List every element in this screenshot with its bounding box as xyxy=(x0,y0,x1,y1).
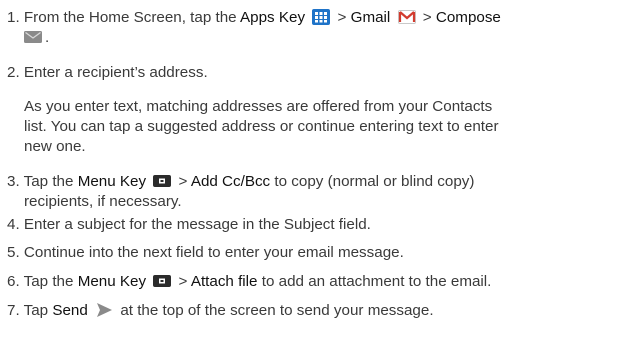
step-5: 5. Continue into the next field to enter… xyxy=(7,243,617,263)
separator: > xyxy=(178,173,188,190)
gmail-icon xyxy=(397,9,416,25)
instruction-list: 1. From the Home Screen, tap the Apps Ke… xyxy=(0,0,621,337)
step-2: 2. Enter a recipient’s address. xyxy=(7,63,617,83)
compose-label: Compose xyxy=(435,9,501,26)
step-text: Tap the xyxy=(23,173,74,190)
step-text: From the Home Screen, tap the xyxy=(23,9,237,26)
apps-key-label: Apps Key xyxy=(240,9,306,26)
note-line: list. You can tap a suggested address or… xyxy=(24,118,499,135)
step-number: 3. xyxy=(7,173,20,190)
step-number: 1. xyxy=(7,9,20,26)
add-cc-bcc-label: Add Cc/Bcc xyxy=(190,173,271,190)
menu-key-icon xyxy=(153,173,172,189)
step-4: 4. Enter a subject for the message in th… xyxy=(7,215,617,235)
gmail-label: Gmail xyxy=(350,9,391,26)
separator: > xyxy=(178,273,188,290)
step-text: . xyxy=(45,29,50,46)
menu-key-label: Menu Key xyxy=(77,173,147,190)
apps-key-icon xyxy=(312,9,331,25)
separator: > xyxy=(337,9,347,26)
step-text: Tap xyxy=(23,302,49,319)
step-number: 7. xyxy=(7,302,20,319)
step-text: to add an attachment to the email. xyxy=(261,273,492,290)
send-label: Send xyxy=(52,302,88,319)
step-number: 5. xyxy=(7,244,20,261)
step-text: Continue into the next field to enter yo… xyxy=(23,244,404,261)
step-1: 1. From the Home Screen, tap the Apps Ke… xyxy=(7,8,617,48)
step-text: Tap the xyxy=(23,273,74,290)
step-number: 2. xyxy=(7,64,20,81)
send-icon xyxy=(95,302,113,318)
step-text: recipients, if necessary. xyxy=(24,193,182,210)
separator: > xyxy=(422,9,432,26)
step-text: to copy (normal or blind copy) xyxy=(274,173,475,190)
step-text: at the top of the screen to send your me… xyxy=(120,302,434,319)
menu-key-label: Menu Key xyxy=(77,273,147,290)
compose-icon xyxy=(24,29,42,45)
step-2-note: As you enter text, matching addresses ar… xyxy=(24,97,618,157)
step-1-continuation: . xyxy=(7,28,617,48)
step-number: 6. xyxy=(7,273,20,290)
step-3: 3. Tap the Menu Key > Add Cc/Bcc to copy… xyxy=(7,172,617,212)
step-text: Enter a recipient’s address. xyxy=(23,64,208,81)
note-line: As you enter text, matching addresses ar… xyxy=(24,98,493,115)
menu-key-icon xyxy=(153,273,172,289)
attach-file-label: Attach file xyxy=(190,273,258,290)
step-number: 4. xyxy=(7,216,20,233)
step-text: Enter a subject for the message in the S… xyxy=(23,216,371,233)
step-7: 7. Tap Send at the top of the screen to … xyxy=(7,301,617,321)
note-line: new one. xyxy=(24,138,86,155)
step-6: 6. Tap the Menu Key > Attach file to add… xyxy=(7,272,617,292)
